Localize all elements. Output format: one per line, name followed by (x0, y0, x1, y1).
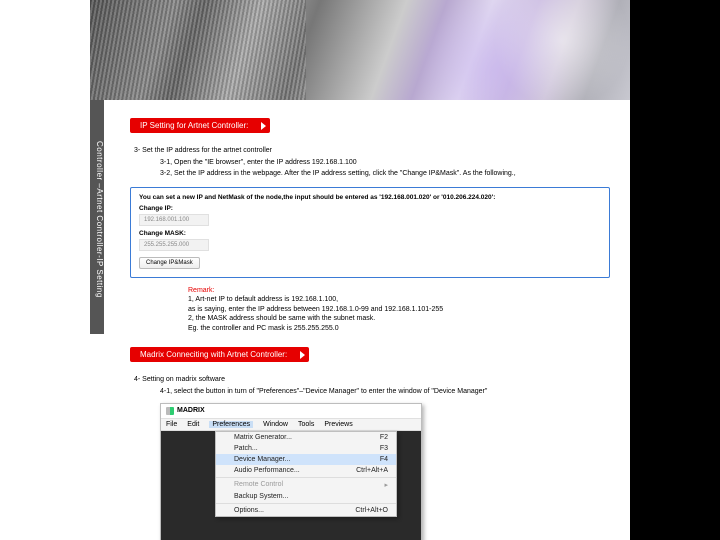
change-ip-label: Change IP: (139, 205, 601, 212)
step-3: 3- Set the IP address for the artnet con… (134, 147, 610, 154)
step-3-2: 3-2, Set the IP address in the webpage. … (160, 169, 610, 178)
remark-block: Remark: 1, Art-net IP to default address… (188, 286, 610, 333)
madrix-titlebar: MADRIX (161, 404, 421, 419)
panel-hint: You can set a new IP and NetMask of the … (139, 194, 601, 201)
pill-text: IP Setting for Artnet Controller: (140, 121, 248, 130)
menu-item[interactable]: Backup System... (216, 491, 396, 502)
menu-previews[interactable]: Previews (324, 421, 352, 428)
madrix-logo-icon (166, 407, 174, 415)
menu-file[interactable]: File (166, 421, 177, 428)
change-mask-input[interactable]: 255.255.255.000 (139, 239, 209, 251)
arrow-icon (261, 122, 266, 130)
ip-config-panel: You can set a new IP and NetMask of the … (130, 187, 610, 278)
menu-tools[interactable]: Tools (298, 421, 314, 428)
preferences-dropdown: Matrix Generator...F2Patch...F3Device Ma… (215, 431, 397, 517)
madrix-app-title: MADRIX (177, 407, 205, 414)
menu-item[interactable]: Remote Control▸ (216, 479, 396, 491)
section-heading-madrix: Madrix Conneciting with Artnet Controlle… (130, 347, 309, 362)
menu-item[interactable]: Options...Ctrl+Alt+O (216, 505, 396, 516)
menu-preferences[interactable]: Preferences (209, 421, 253, 428)
remark-line4: Eg. the controller and PC mask is 255.25… (188, 324, 610, 333)
step-4-1: 4-1, select the button in turn of "Prefe… (160, 387, 610, 396)
menu-item[interactable]: Audio Performance...Ctrl+Alt+A (216, 465, 396, 476)
menu-item[interactable]: Device Manager...F4 (216, 454, 396, 465)
content-area: IP Setting for Artnet Controller: 3- Set… (90, 100, 630, 540)
menu-edit[interactable]: Edit (187, 421, 199, 428)
step-4: 4- Setting on madrix software (134, 376, 610, 383)
menu-item[interactable]: Matrix Generator...F2 (216, 432, 396, 443)
madrix-workspace: Matrix Generator...F2Patch...F3Device Ma… (161, 431, 421, 540)
remark-line1: 1, Art-net IP to default address is 192.… (188, 295, 610, 304)
menu-item[interactable]: Patch...F3 (216, 443, 396, 454)
header-banner (90, 0, 630, 100)
sidebar-title: Controller –Artnet Controller-IP Setting (90, 100, 104, 334)
change-ip-input[interactable]: 192.168.001.100 (139, 214, 209, 226)
madrix-menubar: File Edit Preferences Window Tools Previ… (161, 419, 421, 431)
change-ipmask-button[interactable]: Change IP&Mask (139, 257, 200, 269)
step-3-1: 3-1, Open the "IE browser", enter the IP… (160, 158, 610, 167)
remark-heading: Remark: (188, 286, 610, 295)
remark-line3: 2, the MASK address should be same with … (188, 314, 610, 323)
pill-text: Madrix Conneciting with Artnet Controlle… (140, 350, 287, 359)
madrix-screenshot: MADRIX File Edit Preferences Window Tool… (160, 403, 422, 540)
arrow-icon (300, 351, 305, 359)
section-heading-ip: IP Setting for Artnet Controller: (130, 118, 270, 133)
remark-line2: as is saying, enter the IP address betwe… (188, 305, 610, 314)
menu-window[interactable]: Window (263, 421, 288, 428)
change-mask-label: Change MASK: (139, 230, 601, 237)
